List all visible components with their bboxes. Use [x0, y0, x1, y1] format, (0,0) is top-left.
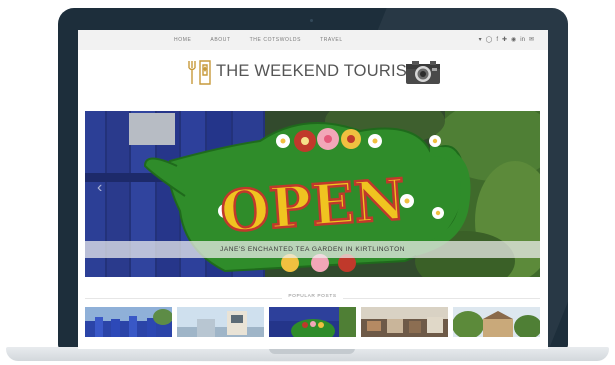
laptop-screen: HOME ABOUT THE COTSWOLDS TRAVEL ▾ ◯ f ✚ … [78, 30, 548, 349]
facebook-icon[interactable]: f [496, 30, 498, 50]
popular-post-thumbnail[interactable] [177, 307, 264, 337]
cutlery-icon [188, 60, 211, 85]
camera-icon [406, 61, 440, 84]
social-links: ▾ ◯ f ✚ ◉ in ✉ [479, 30, 534, 50]
site-logo[interactable]: THE WEEKEND TOURIST [185, 58, 441, 86]
nav-home[interactable]: HOME [174, 37, 191, 43]
email-icon[interactable]: ✉ [529, 30, 534, 50]
popular-post-thumbnail[interactable] [269, 307, 356, 337]
nav-travel[interactable]: TRAVEL [320, 37, 343, 43]
popular-post-thumbnail[interactable] [361, 307, 448, 337]
popular-posts-label: POPULAR POSTS [282, 294, 343, 299]
webcam-icon [310, 19, 313, 22]
nav-about[interactable]: ABOUT [210, 37, 230, 43]
popular-posts-list [85, 307, 540, 337]
linkedin-icon[interactable]: in [520, 30, 525, 50]
popular-post-thumbnail[interactable] [453, 307, 540, 337]
hero-caption-text: JANE'S ENCHANTED TEA GARDEN IN KIRTLINGT… [220, 246, 405, 253]
twitter-icon[interactable]: ▾ [479, 30, 482, 50]
hero-slider[interactable]: OPEN ‹ JANE'S ENCHANTED TEA GARDEN IN KI… [85, 111, 540, 277]
nav-links: HOME ABOUT THE COTSWOLDS TRAVEL [174, 30, 343, 50]
popular-posts-header: POPULAR POSTS [85, 293, 540, 303]
popular-post-thumbnail[interactable] [85, 307, 172, 337]
hero-sign-text: OPEN [219, 167, 408, 246]
instagram-icon[interactable]: ◯ [486, 30, 493, 50]
logo-text: THE WEEKEND TOURIST [216, 62, 418, 80]
top-navigation: HOME ABOUT THE COTSWOLDS TRAVEL ▾ ◯ f ✚ … [78, 30, 548, 50]
slider-prev-arrow[interactable]: ‹ [97, 179, 102, 197]
hero-caption[interactable]: JANE'S ENCHANTED TEA GARDEN IN KIRTLINGT… [85, 241, 540, 258]
nav-the-cotswolds[interactable]: THE COTSWOLDS [250, 37, 301, 43]
pinterest-icon[interactable]: ◉ [511, 30, 516, 50]
bloglovin-icon[interactable]: ✚ [502, 30, 507, 50]
